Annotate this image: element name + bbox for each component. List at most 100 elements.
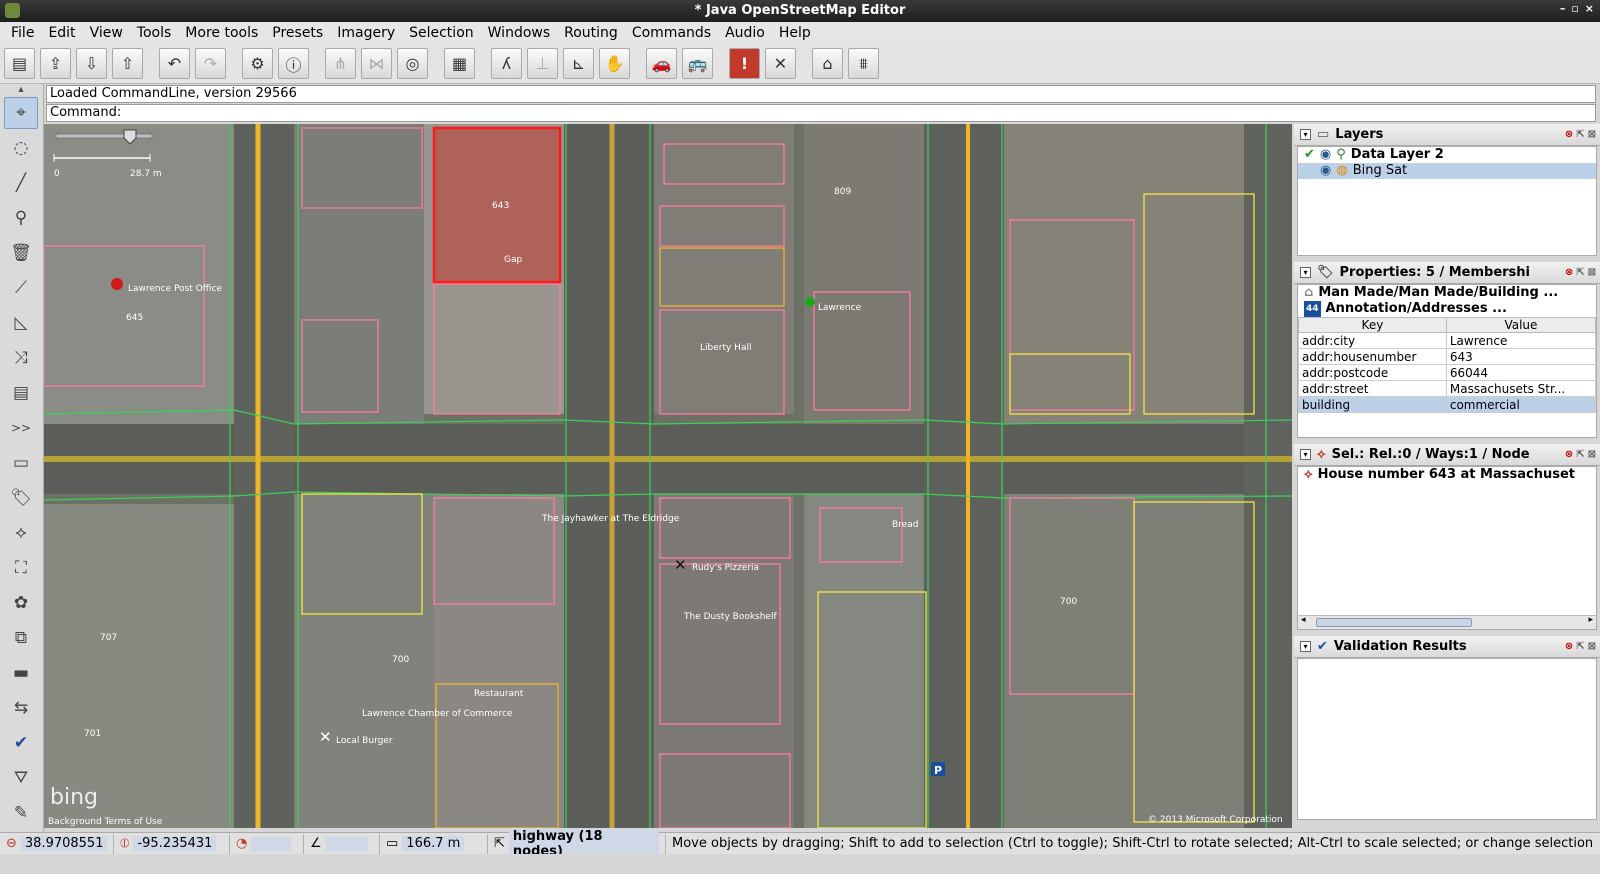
menu-more-tools[interactable]: More tools	[178, 25, 265, 41]
conflict-dialog-icon[interactable]: ⇆	[4, 692, 38, 724]
maximize-button[interactable]: ▫	[1571, 2, 1578, 15]
preferences-button[interactable]: ⚙	[242, 48, 273, 79]
table-row[interactable]: addr:street Massachusets Str...	[1298, 380, 1597, 397]
menu-imagery[interactable]: Imagery	[330, 25, 402, 41]
menu-edit[interactable]: Edit	[41, 25, 82, 41]
layers-panel-header[interactable]: ▾ ▭ Layers ⊗ ⇱ ⊠	[1294, 124, 1600, 146]
preset-building[interactable]: ⌂ Man Made/Man Made/Building ...	[1298, 285, 1596, 301]
align-button[interactable]: ⊥	[527, 48, 558, 79]
info-button[interactable]: ⓘ	[278, 48, 309, 79]
tag-value[interactable]: Lawrence	[1445, 332, 1597, 349]
pan-button[interactable]: ✋	[599, 48, 630, 79]
scroll-right-icon[interactable]: ▸	[1588, 615, 1593, 625]
selection-panel-header[interactable]: ▾ ⟡ Sel.: Rel.:0 / Ways:1 / Node ⊗ ⇱ ⊠	[1294, 444, 1600, 466]
building-tool-button[interactable]: ⌂	[812, 48, 843, 79]
minimize-panel-icon[interactable]: ⊠	[1588, 267, 1596, 278]
minimize-panel-icon[interactable]: ⊠	[1588, 641, 1596, 652]
undo-button[interactable]: ↶	[159, 48, 190, 79]
menu-help[interactable]: Help	[772, 25, 818, 41]
extrude-tool-icon[interactable]: ⤨	[4, 342, 38, 374]
menu-audio[interactable]: Audio	[718, 25, 772, 41]
wireframe-button[interactable]: ▦	[444, 48, 475, 79]
menu-windows[interactable]: Windows	[481, 25, 558, 41]
save-button[interactable]: ⇪	[40, 48, 71, 79]
tag-value[interactable]: 643	[1445, 348, 1597, 365]
undock-icon[interactable]: ⇱	[1576, 449, 1584, 460]
close-panel-icon[interactable]: ⊗	[1565, 129, 1573, 140]
undock-icon[interactable]: ⇱	[1576, 267, 1584, 278]
command-input[interactable]: Command:	[46, 104, 1596, 122]
tag-value[interactable]: Massachusets Str...	[1445, 380, 1597, 397]
close-panel-icon[interactable]: ⊗	[1565, 641, 1573, 652]
layers-dialog-icon[interactable]: ▭	[4, 447, 38, 479]
warning-button[interactable]: !	[729, 48, 760, 79]
notes-dialog-icon[interactable]: ✎	[4, 797, 38, 829]
collapse-icon[interactable]: ▾	[1300, 449, 1311, 460]
redo-button[interactable]: ↷	[195, 48, 226, 79]
orthogonalize-button[interactable]: ⊾	[563, 48, 594, 79]
eye-icon[interactable]: ◉	[1320, 147, 1331, 163]
factory-button[interactable]: ⩩	[848, 48, 879, 79]
layer-row-data[interactable]: ✔ ◉ ⚲ Data Layer 2	[1298, 147, 1596, 163]
tag-key[interactable]: addr:city	[1298, 332, 1447, 349]
improve-way-tool-icon[interactable]: ⟋	[4, 272, 38, 304]
select-tool-icon[interactable]: ⌖	[4, 97, 38, 129]
validation-dialog-icon[interactable]: ✔	[4, 727, 38, 759]
tag-key[interactable]: addr:housenumber	[1298, 348, 1447, 365]
tag-key[interactable]: building	[1298, 396, 1447, 413]
undock-icon[interactable]: ⇱	[1576, 129, 1584, 140]
menu-view[interactable]: View	[83, 25, 130, 41]
collapse-icon[interactable]: ▾	[1300, 129, 1311, 140]
history-dialog-icon[interactable]: ⧉	[4, 622, 38, 654]
properties-panel-header[interactable]: ▾ 🏷 Properties: 5 / Membershi ⊗ ⇱ ⊠	[1294, 262, 1600, 284]
tag-key[interactable]: addr:postcode	[1298, 364, 1447, 381]
draw-tool-icon[interactable]: ╱	[4, 167, 38, 199]
tag-value[interactable]: 66044	[1445, 364, 1597, 381]
upload-button[interactable]: ⇧	[112, 48, 143, 79]
visible-check-icon[interactable]: ✔	[1304, 147, 1315, 163]
close-panel-icon[interactable]: ⊗	[1565, 449, 1573, 460]
open-file-button[interactable]: ▤	[4, 48, 35, 79]
lasso-button[interactable]: ʎ	[491, 48, 522, 79]
minimize-panel-icon[interactable]: ⊠	[1588, 449, 1596, 460]
table-row[interactable]: addr:city Lawrence	[1298, 332, 1597, 349]
minimize-panel-icon[interactable]: ⊠	[1588, 129, 1596, 140]
combine-way-button[interactable]: ⋈	[361, 48, 392, 79]
tags-dialog-icon[interactable]: 🏷	[4, 482, 38, 514]
table-row[interactable]: building commercial	[1298, 396, 1597, 413]
eye-icon[interactable]: ◉	[1320, 163, 1331, 179]
preset-addresses[interactable]: 44 Annotation/Addresses ...	[1298, 301, 1596, 317]
menu-routing[interactable]: Routing	[557, 25, 625, 41]
tag-value[interactable]: commercial	[1445, 396, 1597, 413]
zoom-tool-icon[interactable]: ⚲	[4, 202, 38, 234]
validate-button[interactable]: ◎	[397, 48, 428, 79]
filter-dialog-icon[interactable]: ⛛	[4, 762, 38, 794]
key-column-header[interactable]: Key	[1298, 317, 1447, 333]
close-button[interactable]: ×	[1585, 2, 1594, 15]
menu-presets[interactable]: Presets	[265, 25, 330, 41]
layer-row-imagery[interactable]: ◉ ◍ Bing Sat	[1298, 163, 1596, 179]
map-canvas[interactable]: Lawrence Post Office 645 Gap 643 Liberty…	[44, 124, 1292, 828]
selection-dialog-icon[interactable]: ⟡	[4, 517, 38, 549]
horizontal-scrollbar[interactable]: ◂ ▸	[1298, 615, 1596, 629]
minimize-button[interactable]: –	[1560, 2, 1566, 15]
bus-routing-button[interactable]: 🚌	[682, 48, 713, 79]
cross-button[interactable]: ✕	[765, 48, 796, 79]
undock-icon[interactable]: ⇱	[1576, 641, 1584, 652]
more-tools-icon[interactable]: >>	[4, 412, 38, 444]
map-view[interactable]: Lawrence Post Office 645 Gap 643 Liberty…	[44, 124, 1292, 828]
value-column-header[interactable]: Value	[1445, 317, 1597, 333]
menu-file[interactable]: File	[4, 25, 41, 41]
selection-item[interactable]: ⟡ House number 643 at Massachuset	[1298, 467, 1596, 483]
zoom-slider[interactable]	[55, 133, 153, 139]
validation-panel-header[interactable]: ▾ ✔ Validation Results ⊗ ⇱ ⊠	[1294, 636, 1600, 658]
car-routing-button[interactable]: 🚗	[646, 48, 677, 79]
menu-tools[interactable]: Tools	[130, 25, 179, 41]
toolbar-scroll-up-icon[interactable]: ▴	[4, 84, 38, 95]
table-row[interactable]: addr:postcode 66044	[1298, 364, 1597, 381]
close-panel-icon[interactable]: ⊗	[1565, 267, 1573, 278]
relations-dialog-icon[interactable]: ⛶	[4, 552, 38, 584]
menu-commands[interactable]: Commands	[625, 25, 718, 41]
tag-key[interactable]: addr:street	[1298, 380, 1447, 397]
delete-tool-icon[interactable]: 🗑	[4, 237, 38, 269]
